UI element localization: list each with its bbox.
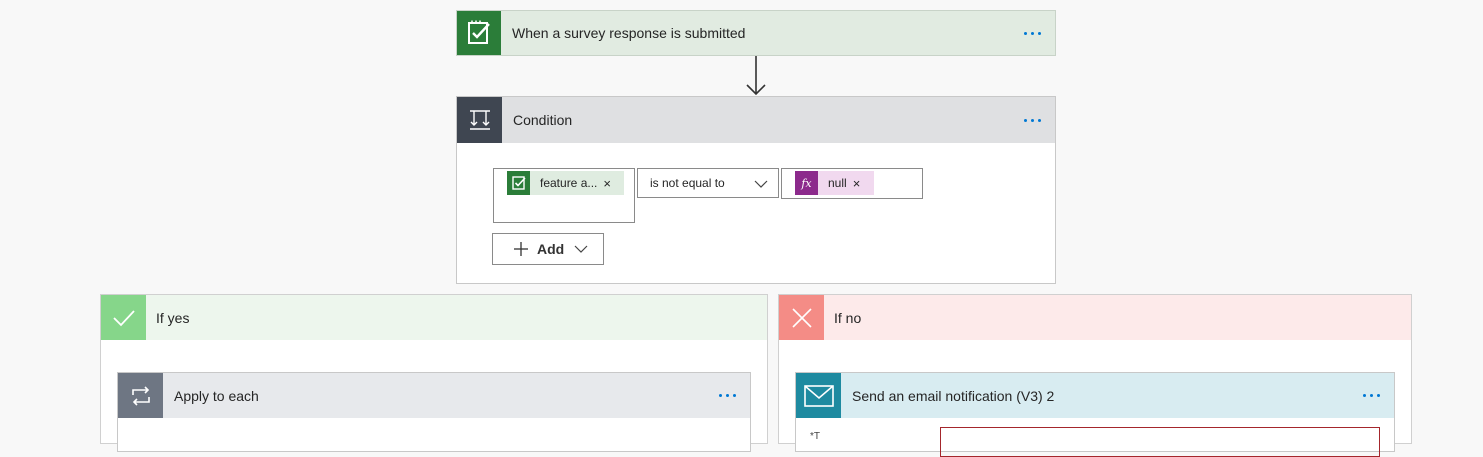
- token-remove-button[interactable]: ×: [853, 176, 869, 191]
- checkmark-icon: [101, 295, 146, 340]
- apply-to-each-title: Apply to each: [174, 387, 259, 404]
- condition-icon: [457, 97, 502, 143]
- fx-icon: fx: [795, 171, 818, 195]
- token-label: null: [828, 176, 847, 190]
- mail-icon: [796, 373, 841, 418]
- if-no-label: If no: [834, 309, 862, 326]
- apply-to-each-more-menu-button[interactable]: [704, 373, 750, 418]
- condition-card: Condition feature a... × is not equal to…: [456, 96, 1056, 284]
- operator-value: is not equal to: [650, 176, 725, 190]
- plus-icon: [514, 242, 528, 256]
- chevron-down-icon: [754, 180, 768, 188]
- add-condition-button[interactable]: Add: [492, 233, 604, 265]
- loop-icon: [118, 373, 163, 418]
- send-email-card: Send an email notification (V3) 2 *T: [795, 372, 1395, 457]
- if-no-header[interactable]: If no: [779, 295, 1411, 340]
- apply-to-each-card: Apply to each: [117, 372, 751, 452]
- more-icon: [1362, 394, 1380, 397]
- connector-arrow-icon: [746, 56, 766, 96]
- trigger-card[interactable]: When a survey response is submitted: [456, 10, 1056, 56]
- condition-more-menu-button[interactable]: [1009, 97, 1055, 143]
- operator-dropdown[interactable]: is not equal to: [637, 168, 779, 198]
- token-remove-button[interactable]: ×: [603, 176, 619, 191]
- condition-header[interactable]: Condition: [457, 97, 1055, 143]
- more-icon: [1023, 118, 1041, 122]
- send-email-header[interactable]: Send an email notification (V3) 2: [796, 373, 1394, 418]
- survey-icon: [507, 171, 530, 195]
- email-to-field[interactable]: [940, 427, 1380, 457]
- send-email-more-menu-button[interactable]: [1348, 373, 1394, 418]
- send-email-title: Send an email notification (V3) 2: [852, 387, 1055, 404]
- add-button-label: Add: [537, 241, 565, 257]
- survey-icon: [457, 11, 501, 55]
- if-yes-label: If yes: [156, 309, 190, 326]
- more-icon: [1023, 31, 1041, 35]
- condition-title: Condition: [513, 112, 573, 128]
- token-label: feature a...: [540, 176, 598, 190]
- email-to-label: *T: [810, 431, 820, 442]
- trigger-more-menu-button[interactable]: [1009, 11, 1055, 55]
- close-icon: [779, 295, 824, 340]
- chevron-down-icon: [574, 245, 588, 253]
- expression-token[interactable]: fx null ×: [795, 171, 874, 195]
- apply-to-each-header[interactable]: Apply to each: [118, 373, 750, 418]
- if-yes-header[interactable]: If yes: [101, 295, 767, 340]
- trigger-title: When a survey response is submitted: [512, 25, 746, 41]
- more-icon: [718, 394, 736, 397]
- dynamic-content-token[interactable]: feature a... ×: [507, 171, 624, 195]
